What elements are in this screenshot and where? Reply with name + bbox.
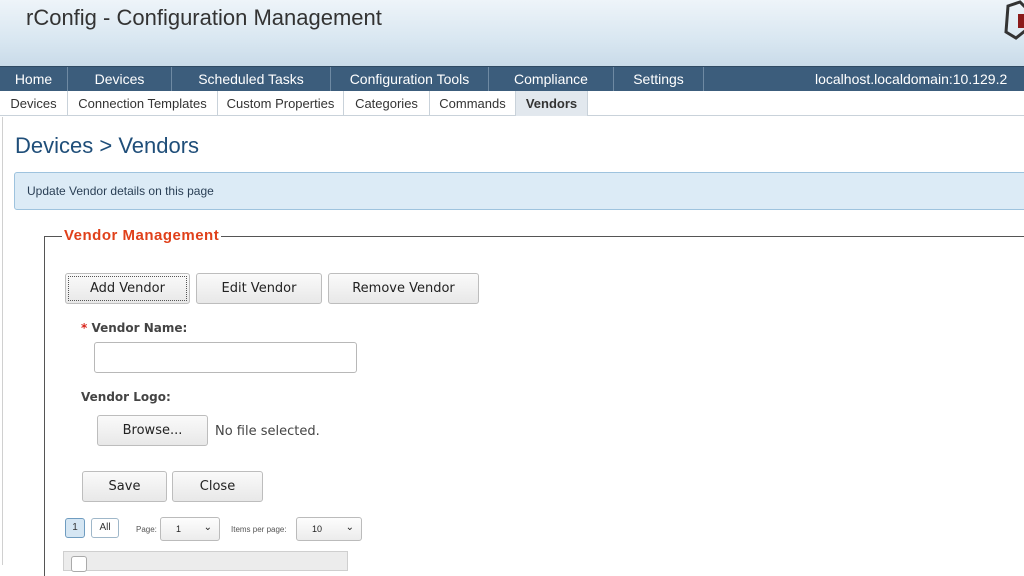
nav-settings[interactable]: Settings — [614, 67, 704, 91]
nav-home[interactable]: Home — [0, 67, 68, 91]
chevron-down-icon: ⌄ — [203, 522, 212, 533]
content-border — [2, 117, 3, 565]
host-label: localhost.localdomain:10.129.2 — [815, 71, 1008, 87]
subnav-commands[interactable]: Commands — [430, 91, 516, 116]
add-vendor-button[interactable]: Add Vendor — [65, 273, 190, 304]
vendor-logo-label: Vendor Logo: — [81, 390, 171, 404]
browse-button[interactable]: Browse... — [97, 415, 208, 446]
vendor-management-legend: Vendor Management — [62, 227, 222, 244]
nav-configuration-tools[interactable]: Configuration Tools — [331, 67, 489, 91]
items-per-page-value: 10 — [312, 524, 323, 534]
subnav-categories[interactable]: Categories — [344, 91, 430, 116]
subnav-vendors[interactable]: Vendors — [516, 91, 588, 116]
save-button[interactable]: Save — [82, 471, 167, 502]
vendor-table-header — [63, 551, 348, 572]
main-nav: Home Devices Scheduled Tasks Configurati… — [0, 66, 1024, 91]
page-title: Devices > Vendors — [15, 133, 200, 158]
vendor-name-input[interactable] — [94, 342, 357, 373]
app-title: rConfig - Configuration Management — [26, 5, 382, 30]
app-header: rConfig - Configuration Management — [0, 0, 1024, 66]
required-marker: * — [81, 321, 88, 335]
items-per-page-label: Items per page: — [231, 525, 287, 534]
select-all-checkbox[interactable] — [71, 556, 87, 572]
edit-vendor-button[interactable]: Edit Vendor — [196, 273, 322, 304]
close-button[interactable]: Close — [172, 471, 263, 502]
items-per-page-select[interactable]: 10 ⌄ — [296, 517, 362, 541]
chevron-down-icon: ⌄ — [345, 522, 354, 533]
pager-all-button[interactable]: All — [91, 518, 119, 538]
remove-vendor-button[interactable]: Remove Vendor — [328, 273, 479, 304]
page-select-value: 1 — [176, 524, 182, 534]
subnav-devices[interactable]: Devices — [0, 91, 68, 116]
info-text: Update Vendor details on this page — [27, 184, 214, 198]
nav-compliance[interactable]: Compliance — [489, 67, 614, 91]
subnav-connection-templates[interactable]: Connection Templates — [68, 91, 218, 116]
rconfig-logo-icon — [1004, 0, 1024, 40]
nav-scheduled-tasks[interactable]: Scheduled Tasks — [172, 67, 331, 91]
subnav-custom-properties[interactable]: Custom Properties — [218, 91, 344, 116]
info-banner: Update Vendor details on this page — [14, 172, 1024, 210]
page-select[interactable]: 1 ⌄ — [160, 517, 220, 541]
nav-devices[interactable]: Devices — [68, 67, 172, 91]
page-label: Page: — [136, 525, 157, 534]
sub-nav: Devices Connection Templates Custom Prop… — [0, 91, 1024, 116]
no-file-text: No file selected. — [215, 424, 320, 439]
vendor-name-label: * Vendor Name: — [81, 321, 187, 335]
pager-page-1-button[interactable]: 1 — [65, 518, 85, 538]
vendor-name-label-text: Vendor Name: — [91, 321, 188, 335]
